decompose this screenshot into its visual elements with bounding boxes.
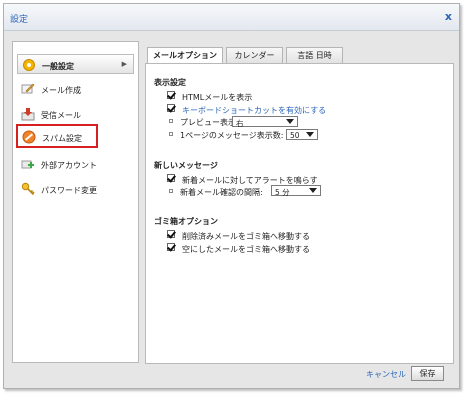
enable-shortcuts-label: キーボードショートカットを有効にする: [182, 106, 327, 115]
compose-icon: [21, 83, 35, 94]
move-emptied-checkbox[interactable]: [167, 243, 175, 251]
preview-label: プレビュー表示:: [180, 118, 239, 127]
preview-select[interactable]: 右: [232, 116, 298, 128]
enable-shortcuts-checkbox[interactable]: [167, 104, 175, 112]
per-page-select-value: 50: [290, 131, 300, 140]
check-interval-select-value: 5 分: [275, 188, 290, 197]
move-deleted-checkbox[interactable]: [167, 230, 175, 238]
per-page-label: 1ページのメッセージ表示数:: [180, 131, 284, 140]
check-interval-label: 新着メール確認の間隔:: [180, 188, 263, 197]
show-html-checkbox[interactable]: [167, 91, 175, 99]
inbox-icon: [21, 108, 35, 121]
key-icon: [21, 182, 35, 196]
show-html-label: HTMLメールを表示: [182, 93, 253, 102]
move-deleted-label: 削除済みメールをゴミ箱へ移動する: [182, 232, 310, 241]
display-settings-heading: 表示設定: [154, 78, 186, 87]
chevron-right-icon: ▶: [121, 60, 127, 68]
chevron-down-icon: [286, 119, 294, 124]
new-mail-alert-checkbox[interactable]: [167, 174, 175, 182]
tab-calendar[interactable]: カレンダー: [226, 47, 283, 63]
new-messages-heading: 新しいメッセージ: [154, 161, 218, 170]
settings-sidebar: 一般設定 ▶ メール作成 受信メール スパム設定 外部アカウント パスワード変更: [12, 41, 139, 363]
sidebar-item-label: スパム設定: [42, 134, 82, 143]
sidebar-item-compose[interactable]: メール作成: [17, 79, 134, 99]
gear-icon: [23, 59, 35, 71]
cancel-button[interactable]: キャンセル: [366, 369, 406, 380]
dialog-title: 設定: [10, 15, 29, 25]
sidebar-item-label: 一般設定: [42, 62, 74, 71]
trash-options-heading: ゴミ箱オプション: [154, 217, 218, 226]
bullet-icon: [169, 132, 173, 136]
chevron-down-icon: [309, 188, 317, 193]
title-bar: 設定 x: [4, 4, 459, 31]
bullet-icon: [169, 119, 173, 123]
no-entry-icon: [22, 130, 36, 144]
sidebar-item-label: パスワード変更: [41, 186, 97, 195]
tab-mail-options[interactable]: メールオプション: [147, 47, 223, 64]
sidebar-item-label: メール作成: [41, 86, 81, 95]
preview-select-value: 右: [236, 119, 244, 128]
mail-options-panel: 表示設定 HTMLメールを表示 キーボードショートカットを有効にする プレビュー…: [145, 63, 454, 364]
check-interval-select[interactable]: 5 分: [271, 185, 321, 197]
save-button[interactable]: 保存: [411, 366, 444, 381]
bullet-icon: [169, 189, 173, 193]
sidebar-item-general[interactable]: 一般設定 ▶: [17, 54, 134, 74]
tab-language-datetime[interactable]: 言語 日時: [286, 47, 343, 63]
sidebar-item-spam[interactable]: スパム設定: [16, 124, 98, 148]
per-page-select[interactable]: 50: [286, 129, 318, 140]
accounts-icon: [21, 160, 34, 169]
chevron-down-icon: [306, 132, 314, 137]
move-emptied-label: 空にしたメールをゴミ箱へ移動する: [182, 245, 310, 254]
sidebar-item-inbox[interactable]: 受信メール: [17, 104, 134, 124]
sidebar-item-label: 受信メール: [41, 111, 81, 120]
settings-dialog: 設定 x 一般設定 ▶ メール作成 受信メール スパム設定 外部アカウント パス…: [3, 3, 460, 389]
sidebar-item-change-password[interactable]: パスワード変更: [17, 179, 134, 199]
sidebar-item-label: 外部アカウント: [41, 161, 97, 170]
sidebar-item-external-accounts[interactable]: 外部アカウント: [17, 154, 134, 174]
close-icon[interactable]: x: [445, 10, 452, 23]
